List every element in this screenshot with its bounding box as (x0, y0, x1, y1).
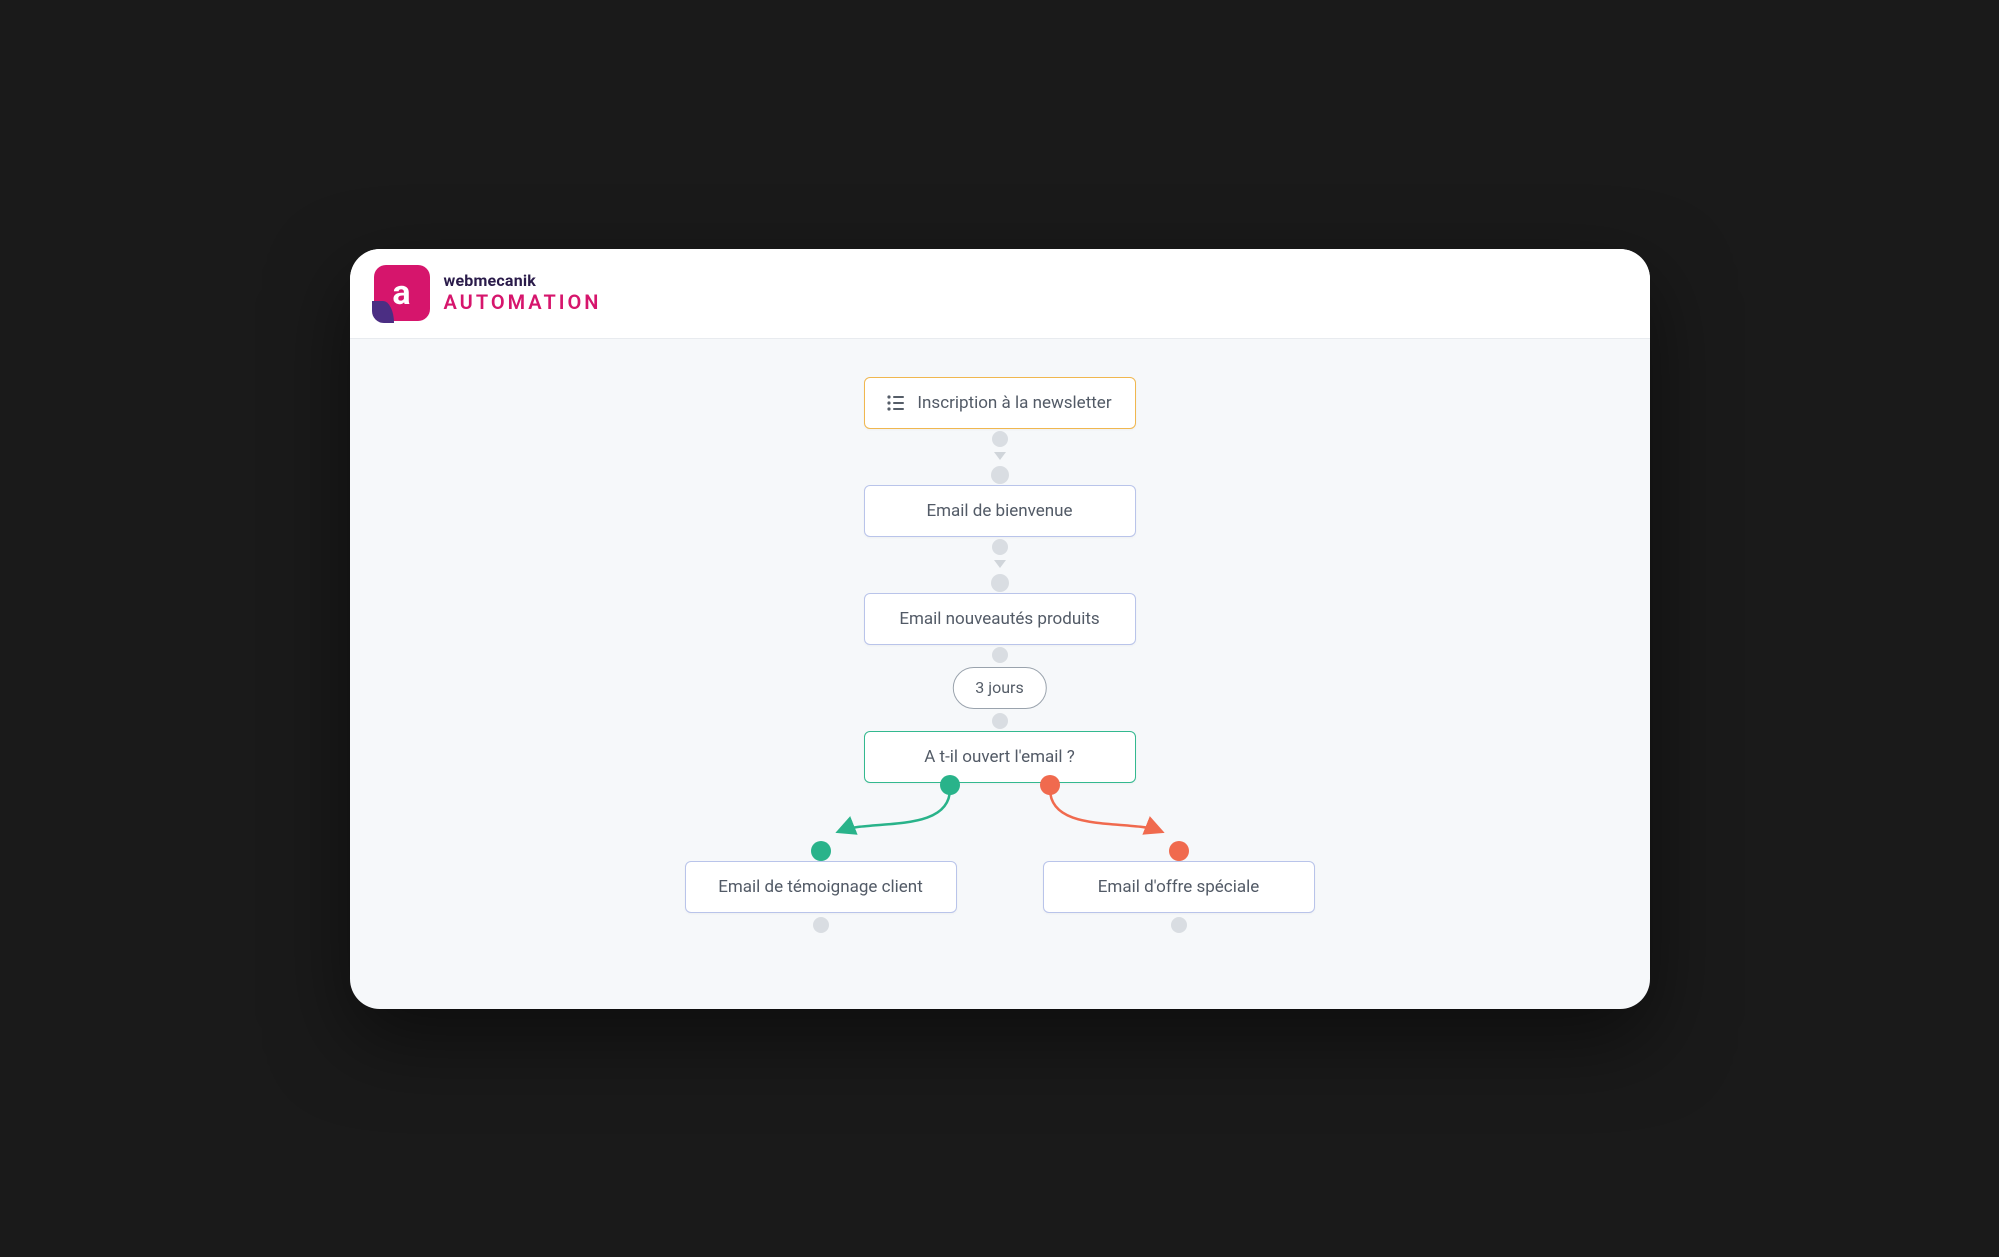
connector-dot (992, 713, 1008, 729)
branch-yes-node[interactable]: Email de témoignage client (685, 861, 957, 913)
decision-node[interactable]: A t-il ouvert l'email ? (864, 731, 1136, 783)
brand-top: webmecanik (444, 272, 602, 290)
action-label: Email nouveautés produits (899, 609, 1099, 629)
action-node-welcome[interactable]: Email de bienvenue (864, 485, 1136, 537)
arrow-down-icon (994, 452, 1006, 460)
connector-dot (992, 431, 1008, 447)
branch-no-label: Email d'offre spéciale (1098, 877, 1259, 897)
trigger-node[interactable]: Inscription à la newsletter (864, 377, 1136, 429)
no-in-port (1169, 841, 1189, 861)
connector-dot (992, 539, 1008, 555)
brand-bottom: AUTOMATION (444, 291, 602, 314)
connector-dot (991, 466, 1009, 484)
yes-port[interactable] (940, 775, 960, 795)
no-port[interactable] (1040, 775, 1060, 795)
connector-dot (813, 917, 829, 933)
action-label: Email de bienvenue (926, 501, 1072, 521)
app-logo-glyph: a (392, 276, 410, 310)
workflow-canvas[interactable]: Inscription à la newsletter Email de bie… (350, 339, 1650, 1009)
app-window: a webmecanik AUTOMATION Inscription à la… (350, 249, 1650, 1009)
yes-in-port (811, 841, 831, 861)
delay-pill[interactable]: 3 jours (952, 667, 1046, 709)
list-icon (887, 395, 905, 411)
connector-dot (991, 574, 1009, 592)
connector-dot (1171, 917, 1187, 933)
app-logo-badge: a (374, 265, 430, 321)
action-node-news[interactable]: Email nouveautés produits (864, 593, 1136, 645)
connector-dot (992, 647, 1008, 663)
app-logo-text: webmecanik AUTOMATION (444, 272, 602, 313)
delay-label: 3 jours (975, 678, 1023, 697)
arrow-down-icon (994, 560, 1006, 568)
decision-label: A t-il ouvert l'email ? (924, 747, 1075, 767)
branch-yes-label: Email de témoignage client (718, 877, 923, 897)
trigger-label: Inscription à la newsletter (917, 393, 1111, 413)
branch-no-node[interactable]: Email d'offre spéciale (1043, 861, 1315, 913)
topbar: a webmecanik AUTOMATION (350, 249, 1650, 339)
